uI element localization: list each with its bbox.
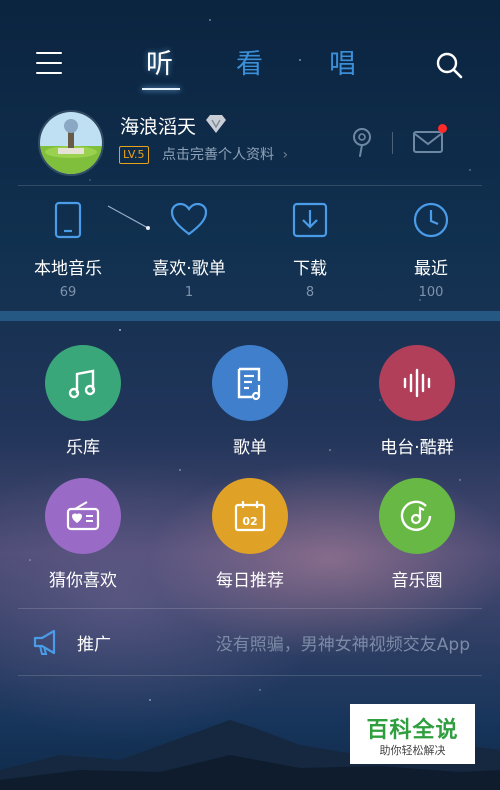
feature-radio-groups[interactable]: 电台·酷群 [347, 345, 487, 465]
feature-label: 音乐圈 [391, 571, 443, 591]
feature-music-circle[interactable]: 音乐圈 [347, 478, 487, 598]
divider [392, 132, 393, 154]
diamond-vip-icon[interactable] [204, 114, 228, 134]
complete-profile-link[interactable]: 点击完善个人资料 › [162, 144, 288, 164]
promo-row[interactable]: 推广 没有照骗，男神女神视频交友App [0, 610, 500, 674]
complete-profile-text: 点击完善个人资料 [162, 147, 274, 163]
watermark-logo: 百科全说 助你轻松解决 [350, 704, 475, 764]
download-icon [292, 202, 328, 238]
feature-circle [379, 345, 455, 421]
soundwave-icon [403, 368, 431, 398]
avatar[interactable] [38, 110, 104, 176]
divider [18, 675, 482, 676]
microphone-icon[interactable] [348, 126, 376, 158]
quick-item-recent[interactable]: 最近 100 [376, 200, 486, 300]
calendar-day-text: 02 [242, 515, 257, 528]
search-icon[interactable] [434, 50, 464, 80]
feature-circle: 02 [212, 478, 288, 554]
heart-icon [170, 202, 208, 236]
quick-item-count: 100 [418, 285, 444, 300]
level-badge: LV.5 [119, 146, 149, 164]
music-note-icon [68, 369, 96, 399]
user-profile-section: 海浪滔天 LV.5 点击完善个人资料 › [0, 108, 500, 178]
music-circle-icon [400, 500, 432, 531]
app-screen: 听 看 唱 海浪滔天 LV.5 点击完善个人资料 › 本地音乐 69 喜欢·歌单… [0, 0, 500, 790]
playlist-icon [237, 367, 261, 401]
hamburger-menu-icon[interactable] [36, 50, 64, 76]
promo-label: 推广 [77, 635, 111, 655]
quick-item-label: 最近 [414, 259, 448, 279]
feature-grid: 乐库 歌单 电台·酷群 猜你喜欢 02 每日推荐 音乐圈 [0, 345, 500, 595]
quick-item-label: 下载 [293, 259, 327, 279]
feature-label: 电台·酷群 [380, 438, 454, 458]
watermark-title: 百科全说 [366, 718, 459, 743]
calendar-icon: 02 [234, 501, 266, 532]
feature-circle [212, 345, 288, 421]
feature-label: 每日推荐 [216, 571, 284, 591]
feature-circle [45, 345, 121, 421]
quick-item-label: 喜欢·歌单 [152, 259, 226, 279]
username[interactable]: 海浪滔天 [120, 112, 196, 139]
feature-label: 歌单 [233, 438, 267, 458]
quick-item-downloads[interactable]: 下载 8 [255, 200, 365, 300]
promo-text: 没有照骗，男神女神视频交友App [215, 635, 470, 655]
feature-label: 乐库 [66, 438, 100, 458]
megaphone-icon [33, 629, 56, 655]
clock-icon [413, 202, 449, 238]
feature-daily-recommend[interactable]: 02 每日推荐 [180, 478, 320, 598]
quick-item-count: 8 [305, 285, 315, 300]
phone-icon [54, 201, 82, 239]
unread-badge [438, 124, 447, 133]
tab-watch[interactable]: 看 [236, 42, 263, 81]
section-divider-band [0, 311, 500, 321]
feature-guess-you-like[interactable]: 猜你喜欢 [13, 478, 153, 598]
feature-playlist[interactable]: 歌单 [180, 345, 320, 465]
active-tab-indicator [142, 88, 180, 90]
quick-access-row: 本地音乐 69 喜欢·歌单 1 下载 8 最近 100 [0, 200, 500, 310]
tab-sing[interactable]: 唱 [329, 42, 356, 81]
radio-heart-icon [66, 501, 100, 531]
divider [18, 608, 482, 609]
chevron-right-icon: › [282, 147, 289, 163]
feature-label: 猜你喜欢 [49, 571, 117, 591]
quick-item-count: 1 [184, 285, 194, 300]
tab-listen[interactable]: 听 [146, 42, 173, 81]
divider [18, 185, 482, 186]
quick-item-label: 本地音乐 [34, 259, 102, 279]
top-navigation: 听 看 唱 [0, 30, 500, 100]
quick-item-count: 69 [59, 285, 77, 300]
quick-item-favorites[interactable]: 喜欢·歌单 1 [134, 200, 244, 300]
feature-circle [45, 478, 121, 554]
quick-item-local-music[interactable]: 本地音乐 69 [13, 200, 123, 300]
feature-circle [379, 478, 455, 554]
feature-music-library[interactable]: 乐库 [13, 345, 153, 465]
watermark-subtitle: 助你轻松解决 [379, 744, 446, 757]
